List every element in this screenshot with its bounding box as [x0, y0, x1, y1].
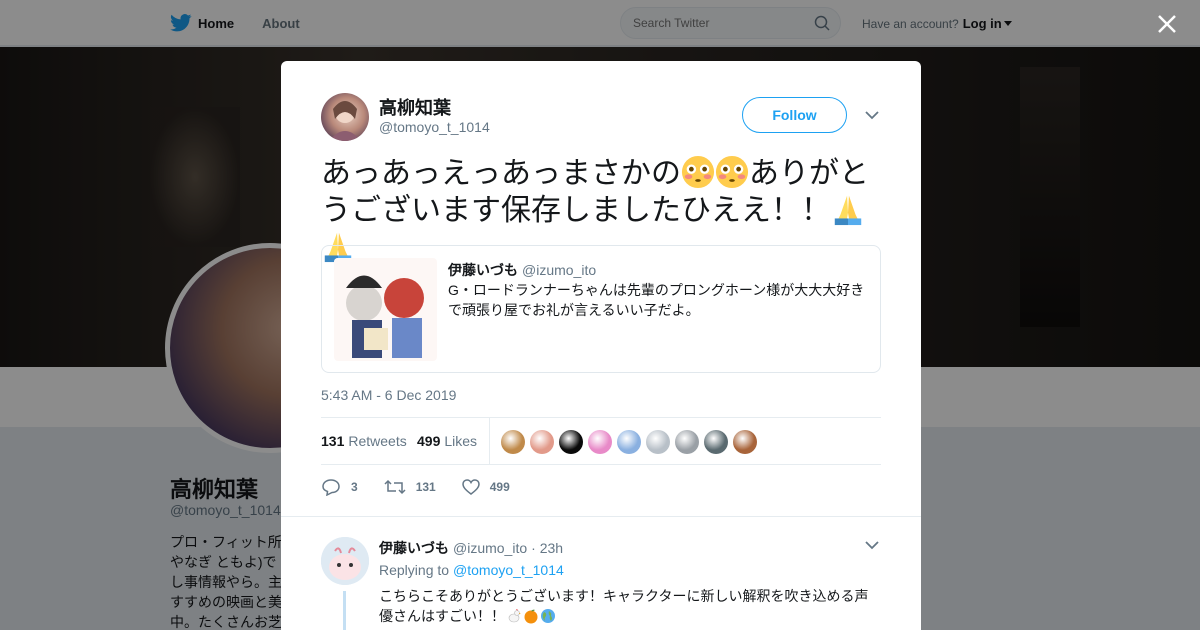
- retweet-count: 131: [415, 480, 436, 494]
- heart-icon: [461, 479, 480, 495]
- likes-count: 499: [417, 433, 441, 449]
- tweet-stats: 131 Retweets 499 Likes: [321, 417, 881, 465]
- retweets-count: 131: [321, 433, 345, 449]
- retweet-icon: [384, 479, 406, 495]
- liker-avatar[interactable]: [530, 430, 554, 454]
- retweets-stat[interactable]: 131 Retweets: [321, 433, 407, 449]
- reply-author-avatar[interactable]: [321, 537, 369, 585]
- reply-count: 3: [351, 480, 358, 494]
- tweet-text-part1: あっあっえっあっまさかの: [321, 157, 681, 190]
- liker-avatar[interactable]: [617, 430, 641, 454]
- reply-time[interactable]: · 23h: [531, 540, 563, 556]
- liker-avatar[interactable]: [646, 430, 670, 454]
- reply-text-body: こちらこそありがとうございます！キャラクターに新しい解釈を吹き込める声優さんはす…: [379, 588, 869, 624]
- liker-avatar[interactable]: [733, 430, 757, 454]
- likes-label: Likes: [444, 433, 478, 449]
- close-icon[interactable]: [1155, 12, 1179, 36]
- quoted-tweet-image: [334, 258, 437, 361]
- like-button[interactable]: 499: [461, 479, 510, 495]
- tweet-actions: 3 131 499: [321, 475, 536, 499]
- reply-icon: [322, 479, 340, 496]
- rooster-icon: [508, 609, 521, 623]
- reply-author-name[interactable]: 伊藤いづも: [379, 540, 449, 556]
- replying-prefix: Replying to: [379, 562, 450, 578]
- follow-button[interactable]: Follow: [742, 97, 847, 133]
- liker-avatars: [501, 430, 762, 454]
- liker-avatar[interactable]: [704, 430, 728, 454]
- quoted-author-handle: @izumo_ito: [522, 262, 597, 278]
- liker-avatar[interactable]: [559, 430, 583, 454]
- flushed-face-icon: [681, 155, 715, 189]
- tweet-modal: 高柳知葉 @tomoyo_t_1014 Follow あっあっえっあっまさかのあ…: [281, 61, 921, 630]
- tweet-timestamp[interactable]: 5:43 AM - 6 Dec 2019: [321, 387, 456, 403]
- reply-author: 伊藤いづも @izumo_ito · 23h: [379, 538, 563, 558]
- retweet-button[interactable]: 131: [384, 479, 436, 495]
- author-handle[interactable]: @tomoyo_t_1014: [379, 119, 490, 135]
- replying-to: Replying to @tomoyo_t_1014: [379, 562, 564, 578]
- folded-hands-icon: [834, 195, 862, 226]
- reply-text: こちらこそありがとうございます！キャラクターに新しい解釈を吹き込める声優さんはす…: [379, 586, 879, 626]
- flushed-face-icon: [715, 155, 749, 189]
- reply-button[interactable]: 3: [321, 478, 358, 496]
- chevron-down-icon[interactable]: [865, 541, 879, 550]
- replying-to-link[interactable]: @tomoyo_t_1014: [453, 562, 564, 578]
- author-name[interactable]: 高柳知葉: [379, 94, 451, 120]
- thread-line: [343, 591, 346, 630]
- reply-tweet[interactable]: 伊藤いづも @izumo_ito · 23h Replying to @tomoyo_…: [281, 516, 921, 630]
- reply-author-handle[interactable]: @izumo_ito: [453, 540, 527, 556]
- stats-divider: [489, 418, 490, 465]
- liker-avatar[interactable]: [588, 430, 612, 454]
- quoted-author: 伊藤いづも @izumo_ito: [448, 260, 596, 280]
- chevron-down-icon[interactable]: [865, 111, 879, 120]
- liker-avatar[interactable]: [675, 430, 699, 454]
- author-avatar[interactable]: [321, 93, 369, 141]
- liker-avatar[interactable]: [501, 430, 525, 454]
- quoted-author-name: 伊藤いづも: [448, 262, 518, 278]
- retweets-label: Retweets: [348, 433, 407, 449]
- quoted-tweet[interactable]: 伊藤いづも @izumo_ito G・ロードランナーちゃんは先輩のプロングホーン様…: [321, 245, 881, 373]
- globe-icon: [541, 609, 555, 623]
- tangerine-icon: [524, 609, 538, 624]
- likes-stat[interactable]: 499 Likes: [417, 433, 477, 449]
- like-count: 499: [489, 480, 510, 494]
- quoted-tweet-text: G・ロードランナーちゃんは先輩のプロングホーン様が大大大好きで頑張り屋でお礼が言…: [448, 282, 865, 318]
